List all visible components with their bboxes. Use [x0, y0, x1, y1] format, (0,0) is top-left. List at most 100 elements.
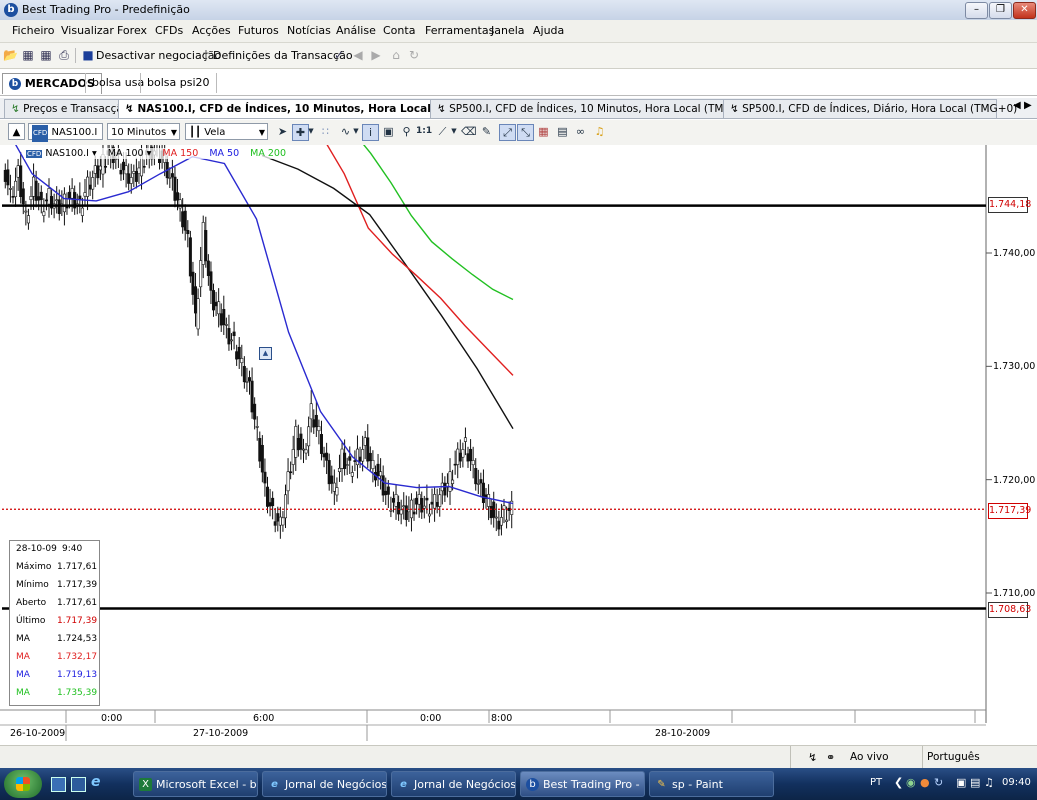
trendline-icon[interactable]: ⟋	[435, 124, 450, 139]
print-icon[interactable]: ⎙	[57, 48, 71, 62]
candle-body	[433, 494, 437, 509]
collapse-icon[interactable]: ▲	[8, 123, 25, 140]
indicator-icon[interactable]: ∿	[338, 124, 353, 139]
menu-file[interactable]: Ficheiro	[12, 24, 54, 37]
window-icon[interactable]: ▣	[381, 124, 396, 139]
tab-scroll-left-icon[interactable]: ◀	[1013, 100, 1021, 111]
taskbar-item-best-trading[interactable]: b Best Trading Pro - P...	[520, 771, 645, 797]
volume-icon[interactable]: ♫	[984, 776, 994, 789]
menu-help[interactable]: Ajuda	[533, 24, 564, 37]
chevron-down-icon[interactable]: ▼	[307, 124, 315, 139]
ie-icon[interactable]: e	[91, 774, 101, 790]
candle-body	[363, 437, 367, 446]
close-icon[interactable]: ✕	[1013, 2, 1036, 19]
home-icon[interactable]: ⌂	[389, 48, 403, 62]
candle-body	[265, 486, 269, 507]
price-chart[interactable]: CFD NAS100.I ▾ MA 100 ▾ MA 150 MA 50 MA …	[0, 111, 1037, 743]
taskbar-item-jornal-2[interactable]: e Jornal de Negócios ...	[391, 771, 516, 797]
y-tick-label: 1.710,00	[993, 588, 1036, 599]
zoom-icon[interactable]: ⚲	[399, 124, 414, 139]
draw-icon[interactable]: ✎	[479, 124, 494, 139]
candle-body	[217, 301, 221, 315]
monitor-tray-icon[interactable]: ▣	[956, 776, 966, 789]
menu-window[interactable]: Janela	[491, 24, 525, 37]
switch-windows-icon[interactable]	[71, 777, 86, 792]
zoom-reset-button[interactable]: 1:1	[416, 124, 432, 139]
tab-prices[interactable]: ↯ Preços e Transacção	[4, 99, 129, 118]
menu-futures[interactable]: Futuros	[238, 24, 279, 37]
menu-cfds[interactable]: CFDs	[155, 24, 183, 37]
candle-body	[273, 521, 277, 526]
app-tray-icon[interactable]: ●	[920, 776, 930, 789]
grid-icon[interactable]: ∷	[318, 124, 333, 139]
chevron-down-icon[interactable]: ▼	[450, 124, 458, 139]
legend-ma-150[interactable]: MA 150	[162, 148, 198, 159]
template-icon[interactable]: ▦	[536, 124, 551, 139]
legend-ma-50[interactable]: MA 50	[209, 148, 239, 159]
menu-account[interactable]: Conta	[383, 24, 415, 37]
check-icon[interactable]: ✓	[332, 48, 346, 62]
open-folder-icon[interactable]: 📂	[3, 48, 18, 62]
chart-canvas[interactable]	[0, 111, 1037, 743]
alert-bell-icon[interactable]: ♫	[592, 124, 607, 139]
eraser-icon[interactable]: ⌫	[461, 124, 477, 139]
symbol-field[interactable]: CFD NAS100.I	[28, 123, 103, 142]
tab-scroll-right-icon[interactable]: ▶	[1024, 100, 1032, 111]
menu-forex[interactable]: Forex	[117, 24, 147, 37]
forward-icon[interactable]: ▶	[369, 48, 383, 62]
candle-body	[348, 456, 352, 461]
chevron-down-icon[interactable]: ▼	[352, 124, 360, 139]
restore-icon[interactable]: ❐	[989, 2, 1012, 19]
candle-body	[93, 165, 97, 174]
menu-tools[interactable]: Ferramentas	[425, 24, 494, 37]
menu-analysis[interactable]: Análise	[336, 24, 376, 37]
candle-body	[507, 507, 511, 511]
tab-sp500-10min[interactable]: ↯ SP500.I, CFD de Índices, 10 Minutos, H…	[430, 99, 751, 118]
tab-sp500-daily[interactable]: ↯ SP500.I, CFD de Índices, Diário, Hora …	[723, 99, 1017, 118]
chart-style-select[interactable]: ┃┃ Vela ▼	[185, 123, 268, 140]
taskbar-item-paint[interactable]: ✎ sp - Paint	[649, 771, 774, 797]
legend-ma-200[interactable]: MA 200	[250, 148, 286, 159]
candle-body	[286, 471, 290, 492]
clock[interactable]: 09:40	[1002, 777, 1031, 788]
scale-icon[interactable]: ⤡	[517, 124, 534, 141]
refresh-icon[interactable]: ↻	[407, 48, 421, 62]
taskbar-item-excel[interactable]: X Microsoft Excel - bo...	[133, 771, 258, 797]
info-icon[interactable]: i	[362, 124, 379, 141]
language-indicator[interactable]: PT	[870, 777, 882, 788]
back-icon[interactable]: ◀	[351, 48, 365, 62]
fit-icon[interactable]: ⤢	[499, 124, 516, 141]
legend-symbol[interactable]: NAS100.I	[45, 148, 89, 159]
menu-stocks[interactable]: Acções	[192, 24, 231, 37]
tab-label: SP500.I, CFD de Índices, 10 Minutos, Hor…	[449, 103, 752, 115]
taskbar-item-jornal-1[interactable]: e Jornal de Negócios/...	[262, 771, 387, 797]
chart-tab-icon: ↯	[11, 103, 24, 115]
sync-tray-icon[interactable]: ↻	[934, 776, 943, 789]
interval-select[interactable]: 10 Minutos ▼	[107, 123, 180, 140]
menu-news[interactable]: Notícias	[287, 24, 331, 37]
tab-nas100-10min[interactable]: ↯ NAS100.I, CFD de Índices, 10 Minutos, …	[118, 99, 486, 118]
candle-body	[199, 260, 203, 288]
tab-bolsa-psi20[interactable]: bolsa psi20	[140, 73, 217, 93]
candle-body	[248, 377, 252, 382]
pointer-icon[interactable]: ➤	[275, 124, 290, 139]
start-button[interactable]	[4, 770, 42, 798]
minimize-icon[interactable]: –	[965, 2, 988, 19]
menu-view[interactable]: Visualizar	[61, 24, 114, 37]
network-icon[interactable]: ▤	[970, 776, 980, 789]
network-tray-icon[interactable]: ◉	[906, 776, 916, 789]
tray-expand-icon[interactable]: ❮	[894, 776, 903, 789]
language-status[interactable]: Português	[927, 751, 980, 763]
link-icon[interactable]: ∞	[573, 124, 588, 139]
info-value: 1.717,39	[57, 616, 98, 626]
chart-toolbar: ▲ CFD NAS100.I 10 Minutos ▼ ┃┃ Vela ▼ ➤ ✚ …	[0, 120, 1037, 146]
save-icon[interactable]: ▦	[21, 48, 35, 62]
compare-icon[interactable]: ▤	[555, 124, 570, 139]
candle-body	[16, 165, 20, 178]
save-all-icon[interactable]: ▦	[39, 48, 53, 62]
legend-ma-100[interactable]: MA 100	[108, 148, 144, 159]
stop-trading-icon[interactable]: ■	[81, 48, 95, 62]
order-marker-icon[interactable]: ▲	[259, 347, 272, 360]
transaction-settings-icon[interactable]: †	[199, 48, 213, 62]
show-desktop-icon[interactable]	[51, 777, 66, 792]
